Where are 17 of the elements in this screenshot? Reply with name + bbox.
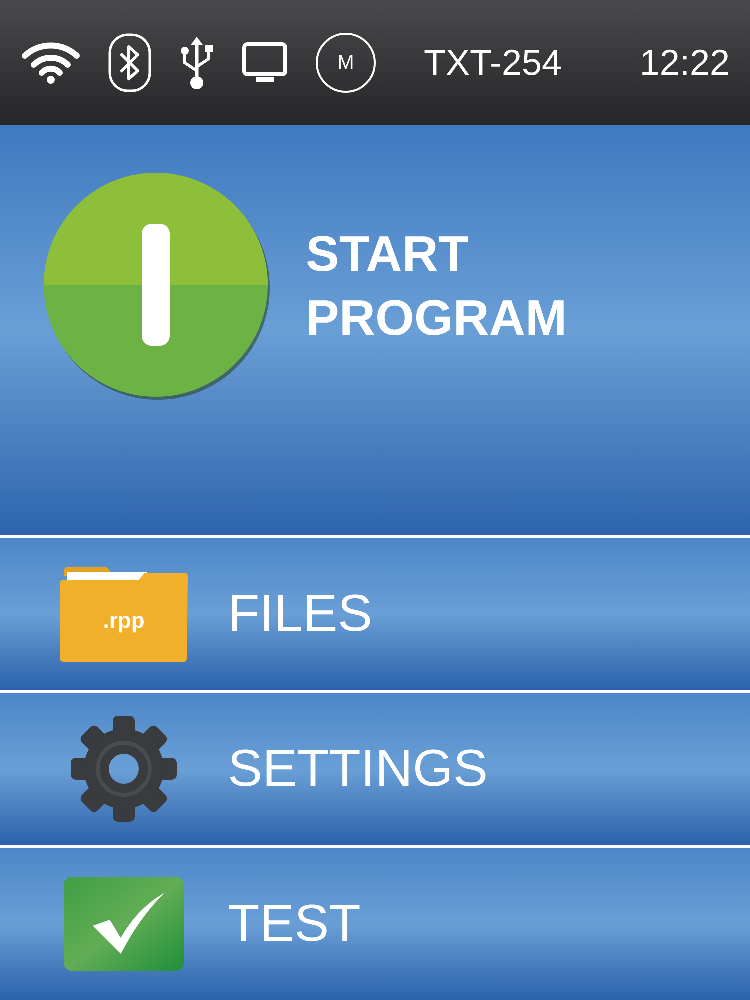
folder-icon bbox=[59, 564, 189, 664]
checkmark-icon bbox=[63, 876, 185, 972]
device-name: TXT-254 bbox=[424, 40, 562, 84]
start-program-label: START PROGRAM bbox=[306, 225, 568, 348]
start-program-button[interactable]: START PROGRAM bbox=[0, 125, 750, 535]
menu-item[interactable]: .rpp FILES bbox=[0, 538, 750, 690]
menu-item[interactable]: SETTINGS bbox=[0, 693, 750, 845]
wifi-icon bbox=[22, 42, 80, 84]
mode-indicator: M bbox=[316, 32, 376, 92]
gear-icon bbox=[69, 714, 179, 824]
usb-icon bbox=[180, 34, 214, 90]
monitor-icon bbox=[242, 42, 288, 84]
menu-item[interactable]: TEST bbox=[0, 848, 750, 1000]
bluetooth-icon bbox=[108, 32, 152, 92]
file-extension-label: .rpp bbox=[102, 607, 146, 635]
start-icon bbox=[43, 172, 271, 400]
clock: 12:22 bbox=[640, 40, 730, 84]
